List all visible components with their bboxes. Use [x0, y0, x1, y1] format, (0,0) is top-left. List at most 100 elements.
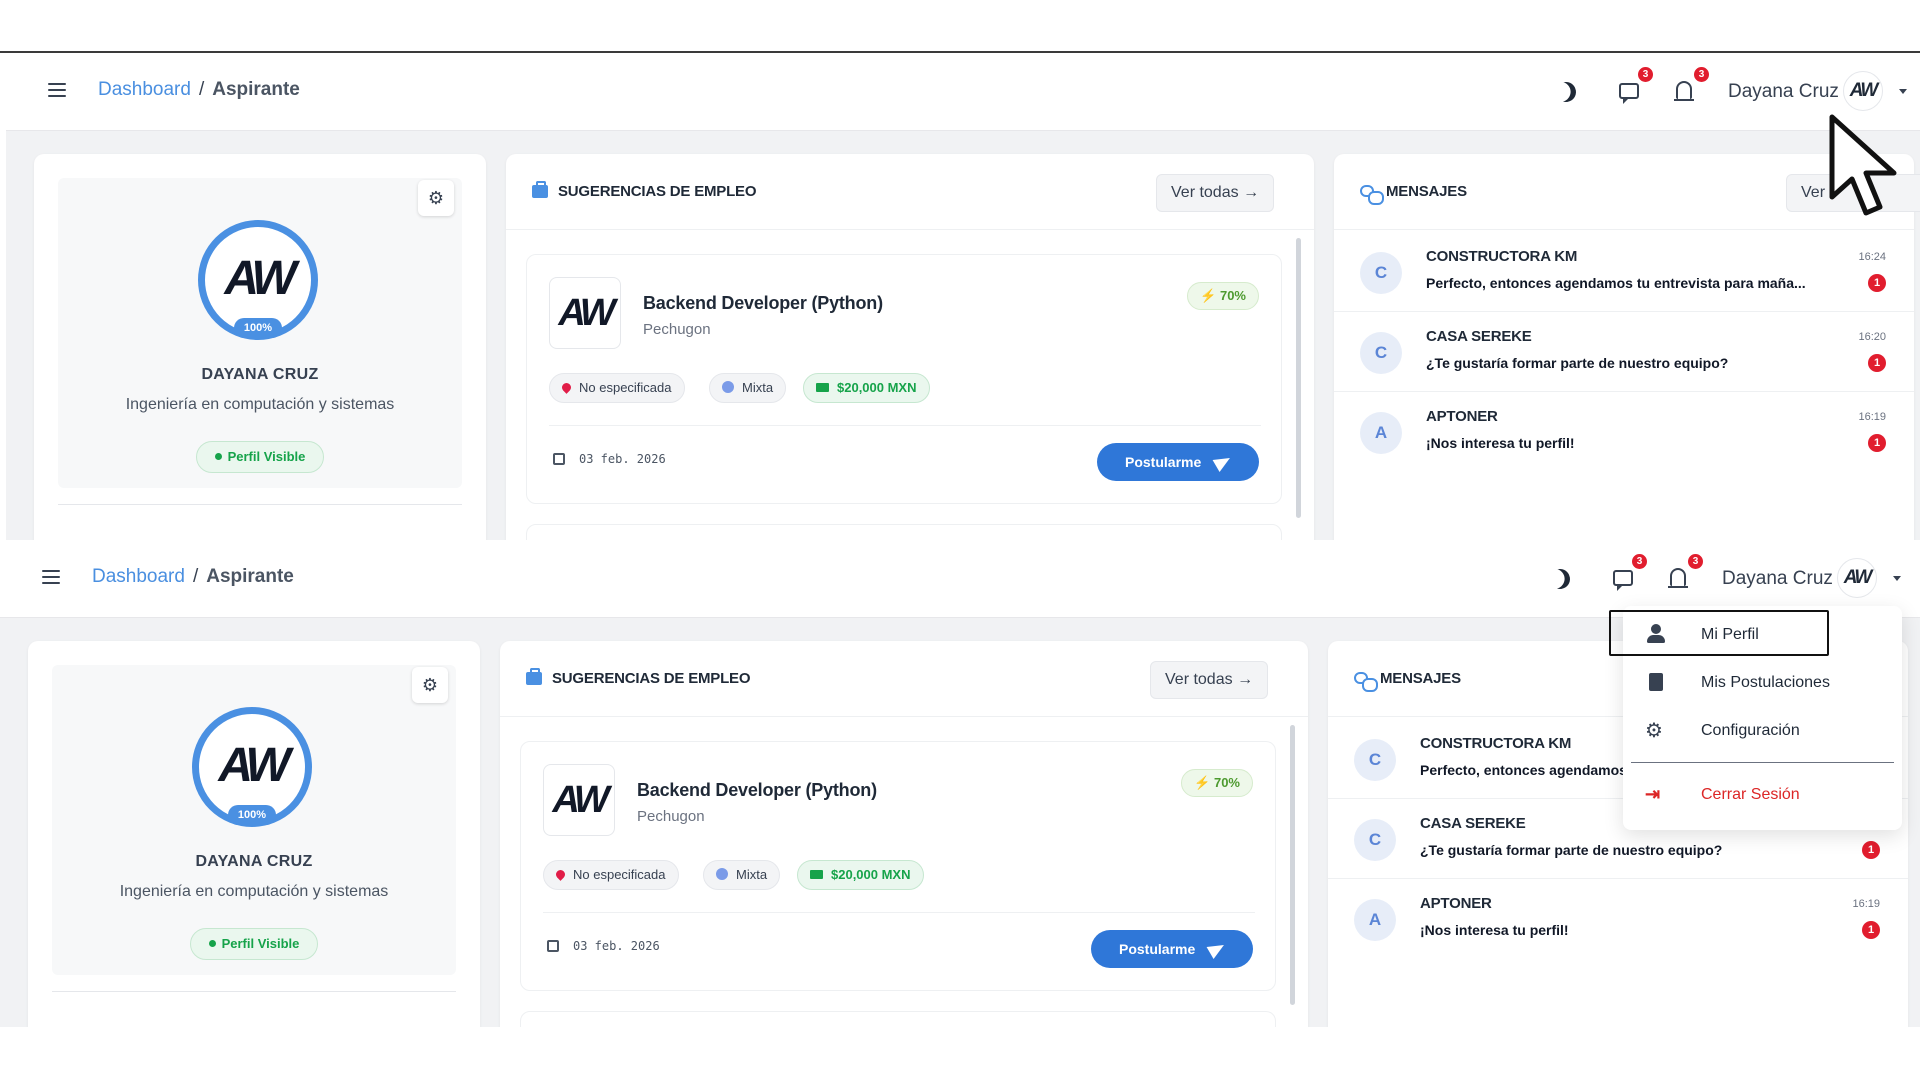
message-sender: CASA SEREKE — [1426, 328, 1532, 345]
message-item[interactable]: C CONSTRUCTORA KM Perfecto, entonces age… — [1334, 232, 1914, 312]
screenshot-stage: Dashboard / Aspirante 3 3 Dayana Cruz AW ⚙… — [0, 0, 1920, 1080]
view-all-jobs-label: Ver todas — [1171, 184, 1239, 201]
job-card[interactable] — [526, 524, 1282, 540]
dark-mode-moon-icon[interactable] — [1553, 79, 1579, 105]
messages-count-badge: 3 — [1632, 554, 1647, 569]
menu-item-label: Mi Perfil — [1701, 626, 1759, 643]
message-sender: CONSTRUCTORA KM — [1420, 735, 1572, 752]
messages-header: MENSAJES Ver t — [1334, 154, 1920, 230]
notifications-bell-icon[interactable] — [1668, 568, 1688, 588]
view-all-jobs-button[interactable]: Ver todas → — [1150, 661, 1269, 699]
calendar-icon — [547, 940, 559, 952]
briefcase-icon — [532, 181, 548, 198]
message-time: 16:20 — [1858, 331, 1886, 343]
menu-item-cerrar-sesion[interactable]: ⇥ Cerrar Sesión — [1623, 772, 1902, 818]
user-avatar[interactable]: AW — [1843, 71, 1883, 111]
menu-toggle-icon[interactable] — [48, 83, 66, 97]
dark-mode-moon-icon[interactable] — [1547, 566, 1573, 592]
menu-item-label: Configuración — [1701, 722, 1800, 739]
messages-icon — [1360, 185, 1384, 205]
job-card[interactable] — [520, 1011, 1276, 1027]
menu-toggle-icon[interactable] — [42, 570, 60, 584]
unread-badge: 1 — [1862, 921, 1880, 939]
unread-badge: 1 — [1868, 434, 1886, 452]
messages-chat-icon[interactable] — [1619, 83, 1639, 104]
menu-item-mis-postulaciones[interactable]: Mis Postulaciones — [1623, 660, 1902, 706]
profile-name: DAYANA CRUZ — [195, 853, 313, 870]
apply-button[interactable]: Postularme — [1097, 443, 1259, 481]
user-menu-chevron-down-icon[interactable] — [1893, 576, 1901, 581]
profile-settings-gear-icon[interactable]: ⚙ — [418, 180, 454, 216]
message-preview: Perfecto, entonces agendamos — [1420, 762, 1625, 778]
view-all-jobs-button[interactable]: Ver todas → — [1156, 174, 1275, 212]
file-icon — [1649, 673, 1663, 691]
menu-item-label: Cerrar Sesión — [1701, 786, 1800, 803]
user-name[interactable]: Dayana Cruz — [1722, 568, 1833, 590]
job-suggestions-title: SUGERENCIAS DE EMPLEO — [558, 183, 757, 200]
message-preview: Perfecto, entonces agendamos tu entrevis… — [1426, 275, 1806, 291]
location-tag: No especificada — [543, 860, 679, 890]
job-suggestions-header: SUGERENCIAS DE EMPLEO Ver todas → — [506, 154, 1314, 230]
breadcrumb-link-dashboard[interactable]: Dashboard — [98, 79, 191, 100]
breadcrumb-link-dashboard[interactable]: Dashboard — [92, 566, 185, 587]
sender-avatar: C — [1354, 739, 1396, 781]
top-bar: Dashboard / Aspirante 3 3 Dayana Cruz AW — [6, 53, 1920, 131]
divider — [549, 425, 1261, 426]
message-item[interactable]: A APTONER ¡Nos interesa tu perfil! 16:19… — [1328, 879, 1908, 959]
send-icon — [1212, 451, 1234, 473]
notifications-count-badge: 3 — [1694, 67, 1709, 82]
apply-button[interactable]: Postularme — [1091, 930, 1253, 968]
lightning-icon: ⚡ — [1194, 775, 1211, 790]
menu-item-label: Mis Postulaciones — [1701, 674, 1830, 691]
divider — [58, 504, 462, 505]
dashboard-frame-before: Dashboard / Aspirante 3 3 Dayana Cruz AW ⚙… — [6, 53, 1920, 540]
message-item[interactable]: C CASA SEREKE ¿Te gustaría formar parte … — [1334, 312, 1914, 392]
messages-chat-icon[interactable] — [1613, 570, 1633, 591]
salary-tag: $20,000 MXN — [797, 860, 924, 890]
gear-icon: ⚙ — [1645, 720, 1663, 742]
apply-label: Postularme — [1125, 454, 1202, 470]
apply-label: Postularme — [1119, 941, 1196, 957]
user-name[interactable]: Dayana Cruz — [1728, 81, 1839, 103]
profile-summary: ⚙ AW 100% DAYANA CRUZ Ingeniería en comp… — [58, 178, 462, 488]
breadcrumb-separator: / — [192, 566, 199, 587]
job-title[interactable]: Backend Developer (Python) — [643, 293, 883, 314]
message-sender: CASA SEREKE — [1420, 815, 1526, 832]
user-avatar[interactable]: AW — [1837, 558, 1877, 598]
jobs-scrollbar[interactable] — [1290, 725, 1295, 1005]
salary-label: $20,000 MXN — [837, 380, 917, 395]
notifications-bell-icon[interactable] — [1674, 81, 1694, 101]
arrow-right-icon: → — [1243, 184, 1260, 201]
logout-icon: ⇥ — [1645, 784, 1661, 804]
company-logo-initials: AW — [552, 779, 609, 821]
menu-divider — [1631, 762, 1894, 763]
arrow-right-icon: → — [1237, 671, 1254, 688]
user-menu-chevron-down-icon[interactable] — [1899, 89, 1907, 94]
message-time: 16:19 — [1852, 898, 1880, 910]
breadcrumb: Dashboard / Aspirante — [92, 566, 294, 588]
message-sender: CONSTRUCTORA KM — [1426, 248, 1578, 265]
job-suggestions-card: SUGERENCIAS DE EMPLEO Ver todas → AW Bac… — [506, 154, 1314, 540]
jobs-scrollbar[interactable] — [1296, 238, 1301, 518]
breadcrumb: Dashboard / Aspirante — [98, 79, 300, 101]
map-pin-icon — [554, 868, 567, 881]
messages-title: MENSAJES — [1386, 183, 1467, 200]
job-title[interactable]: Backend Developer (Python) — [637, 780, 877, 801]
menu-item-configuracion[interactable]: ⚙ Configuración — [1623, 708, 1902, 754]
menu-item-mi-perfil[interactable]: Mi Perfil — [1609, 610, 1829, 656]
profile-completion-badge: 100% — [228, 805, 276, 825]
salary-label: $20,000 MXN — [831, 867, 911, 882]
match-percentage: 70% — [1213, 775, 1240, 790]
job-date: 03 feb. 2026 — [573, 939, 660, 953]
job-card[interactable]: AW Backend Developer (Python) Pechugon ⚡… — [520, 741, 1276, 991]
profile-visibility-label: Perfil Visible — [227, 449, 306, 464]
mouse-pointer-icon — [1829, 114, 1897, 216]
location-label: No especificada — [573, 867, 666, 882]
profile-settings-gear-icon[interactable]: ⚙ — [412, 667, 448, 703]
job-company: Pechugon — [637, 808, 705, 825]
job-card[interactable]: AW Backend Developer (Python) Pechugon ⚡… — [526, 254, 1282, 504]
message-item[interactable]: A APTONER ¡Nos interesa tu perfil! 16:19… — [1334, 392, 1914, 472]
breadcrumb-current: Aspirante — [206, 566, 294, 587]
user-icon — [1647, 624, 1665, 644]
job-suggestions-title: SUGERENCIAS DE EMPLEO — [552, 670, 751, 687]
